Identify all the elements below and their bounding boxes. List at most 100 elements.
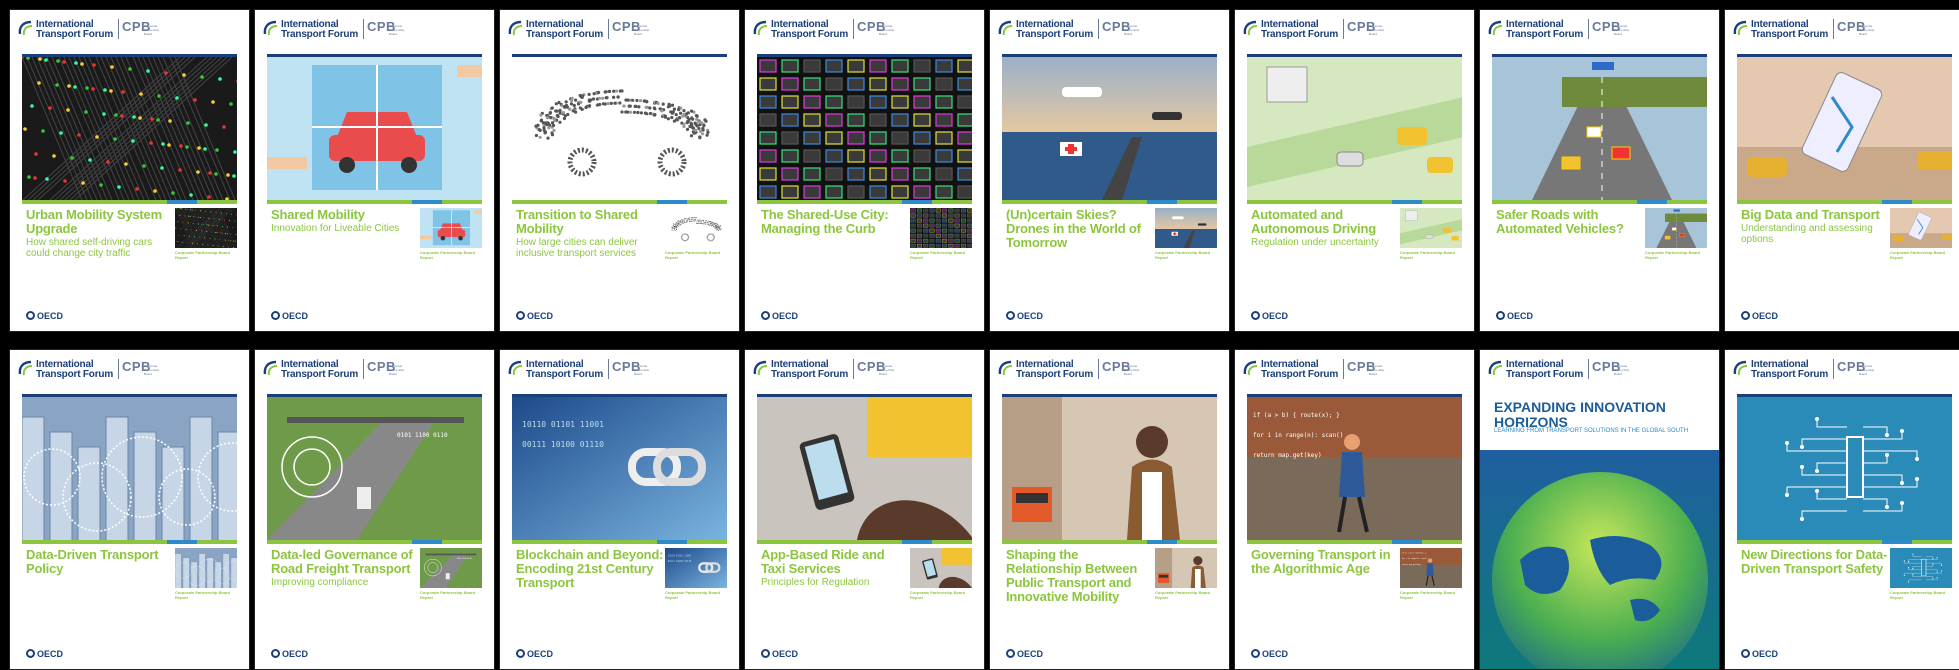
cover-thumbnail: if (a > b) { route(x); } for i in range(… (1400, 548, 1462, 588)
oecd-circle-icon (1741, 311, 1750, 320)
cover-thumbnail: 10110 01101 11001 00111 10100 01110 (665, 548, 727, 588)
cpb-subtitle: Corporate Partnership Board (389, 364, 405, 376)
cover-title: Data-Driven Transport Policy (26, 547, 159, 576)
itf-wordmark: International Transport Forum (1261, 359, 1339, 380)
cover-thumbnail (1890, 208, 1952, 248)
cover-title: Automated and Autonomous Driving (1251, 207, 1376, 236)
report-cover[interactable]: International Transport Forum CPB Corpor… (989, 349, 1230, 670)
cpb-subtitle: Corporate Partnership Board (879, 364, 895, 376)
itf-wordmark: International Transport Forum (36, 19, 114, 40)
cover-title: (Un)certain Skies? Drones in the World o… (1006, 207, 1141, 250)
cover-accent-bar (1002, 540, 1217, 544)
city-network-map-icon (22, 57, 237, 200)
cover-title: Governing Transport in the Algorithmic A… (1251, 547, 1391, 576)
itf-swoosh-icon (998, 360, 1013, 376)
woman-phone-bus-icon (1002, 397, 1217, 540)
cover-title: Big Data and Transport (1741, 207, 1880, 222)
itf-wordmark: International Transport Forum (526, 359, 604, 380)
circuit-transport-icon (1737, 397, 1952, 540)
cpb-report-label: Corporate Partnership Board Report (1400, 250, 1456, 260)
svg-text:if (a > b) { route(x); }: if (a > b) { route(x); } (1253, 412, 1340, 419)
cpb-subtitle: Corporate Partnership Board (389, 24, 405, 36)
oecd-logo: OECD (26, 649, 63, 659)
cpb-report-label: Corporate Partnership Board Report (910, 250, 966, 260)
itf-cpb-logo: International Transport Forum CPB Corpor… (1243, 358, 1443, 382)
cpb-report-label: Corporate Partnership Board Report (1890, 590, 1946, 600)
cover-thumbnail (420, 208, 482, 248)
itf-cpb-logo: International Transport Forum CPB Corpor… (1488, 18, 1688, 42)
report-cover[interactable]: International Transport Forum CPB Corpor… (744, 349, 985, 670)
itf-swoosh-icon (1488, 360, 1503, 376)
cover-accent-bar (512, 540, 727, 544)
report-cover[interactable]: International Transport Forum CPB Corpor… (1724, 9, 1959, 332)
cpb-subtitle: Corporate Partnership Board (634, 364, 650, 376)
cpb-subtitle: Corporate Partnership Board (634, 24, 650, 36)
cpb-report-label: Corporate Partnership Board Report (1155, 250, 1211, 260)
cover-title: Safer Roads with Automated Vehicles? (1496, 207, 1624, 236)
cover-thumbnail (665, 208, 727, 248)
oecd-logo: OECD (516, 311, 553, 321)
oecd-circle-icon (516, 649, 525, 658)
report-cover[interactable]: International Transport Forum CPB Corpor… (9, 349, 250, 670)
cover-accent-bar (1737, 540, 1952, 544)
report-cover[interactable]: International Transport Forum CPB Corpor… (1724, 349, 1959, 670)
itf-wordmark: International Transport Forum (281, 19, 359, 40)
report-cover[interactable]: International Transport Forum CPB Corpor… (499, 349, 740, 670)
car-puzzle-icon (267, 57, 482, 200)
cpb-subtitle: Corporate Partnership Board (1859, 24, 1875, 36)
cpb-subtitle: Corporate Partnership Board (1369, 364, 1385, 376)
oecd-logo: OECD (761, 649, 798, 659)
report-cover[interactable]: International Transport Forum CPB Corpor… (9, 9, 250, 332)
itf-wordmark: International Transport Forum (1751, 19, 1829, 40)
itf-cpb-logo: International Transport Forum CPB Corpor… (508, 358, 708, 382)
report-cover[interactable]: International Transport Forum CPB Corpor… (499, 9, 740, 332)
automated-street-illustration-icon (1247, 57, 1462, 200)
itf-cpb-logo: International Transport Forum CPB Corpor… (753, 358, 953, 382)
oecd-circle-icon (271, 649, 280, 658)
report-cover[interactable]: International Transport Forum CPB Corpor… (1479, 349, 1720, 670)
oecd-circle-icon (1251, 649, 1260, 658)
svg-text:0101 1100 0110: 0101 1100 0110 (457, 558, 471, 560)
cover-thumbnail: 0101 1100 0110 (420, 548, 482, 588)
report-cover[interactable]: International Transport Forum CPB Corpor… (1234, 9, 1475, 332)
svg-text:for i in range(n): scan(): for i in range(n): scan() (1402, 558, 1428, 560)
report-cover[interactable]: International Transport Forum CPB Corpor… (254, 9, 495, 332)
cpb-subtitle: Corporate Partnership Board (1614, 364, 1630, 376)
cover-title: New Directions for Data-Driven Transport… (1741, 547, 1888, 576)
report-cover[interactable]: International Transport Forum CPB Corpor… (744, 9, 985, 332)
cover-subtitle: Regulation under uncertainty (1251, 237, 1379, 248)
itf-swoosh-icon (508, 20, 523, 36)
itf-cpb-logo: International Transport Forum CPB Corpor… (998, 358, 1198, 382)
cover-title: App-Based Ride and Taxi Services (761, 547, 885, 576)
cover-title: Data-led Governance of Road Freight Tran… (271, 547, 413, 576)
cpb-report-label: Corporate Partnership Board Report (420, 250, 476, 260)
itf-swoosh-icon (1488, 20, 1503, 36)
oecd-circle-icon (1006, 311, 1015, 320)
report-cover[interactable]: International Transport Forum CPB Corpor… (1479, 9, 1720, 332)
report-cover[interactable]: International Transport Forum CPB Corpor… (1234, 349, 1475, 670)
cover-subtitle: Understanding and assessing options (1741, 223, 1873, 245)
oecd-circle-icon (761, 649, 770, 658)
cover-subtitle: How large cities can deliver inclusive t… (516, 237, 638, 259)
oecd-circle-icon (516, 311, 525, 320)
itf-cpb-logo: International Transport Forum CPB Corpor… (1488, 358, 1688, 382)
itf-wordmark: International Transport Forum (771, 19, 849, 40)
cover-thumbnail (1645, 208, 1707, 248)
itf-wordmark: International Transport Forum (1261, 19, 1339, 40)
cover-accent-bar (1247, 200, 1462, 204)
itf-cpb-logo: International Transport Forum CPB Corpor… (18, 358, 218, 382)
report-cover[interactable]: International Transport Forum CPB Corpor… (254, 349, 495, 670)
oecd-logo: OECD (1496, 311, 1533, 321)
report-cover[interactable]: International Transport Forum CPB Corpor… (989, 9, 1230, 332)
oecd-logo: OECD (271, 649, 308, 659)
cover-thumbnail (175, 208, 237, 248)
smartphone-map-icon (1737, 57, 1952, 200)
svg-text:10110 01101 11001: 10110 01101 11001 (668, 554, 692, 557)
cpb-report-label: Corporate Partnership Board Report (420, 590, 476, 600)
itf-cpb-logo: International Transport Forum CPB Corpor… (18, 18, 218, 42)
cover-accent-bar (757, 540, 972, 544)
oecd-logo: OECD (1741, 649, 1778, 659)
taxi-app-phone-icon (757, 397, 972, 540)
cover-title: EXPANDING INNOVATION HORIZONS (1494, 399, 1666, 430)
cover-thumbnail (910, 548, 972, 588)
